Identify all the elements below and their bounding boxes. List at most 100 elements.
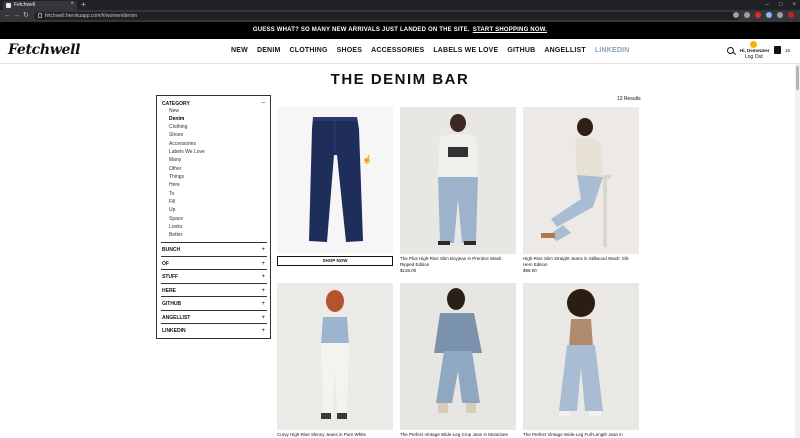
filter-group-linkedin[interactable]: LINKEDIN [162,328,186,334]
browser-tab[interactable]: Fetchwell × [3,1,77,10]
filter-group-github[interactable]: GITHUB [162,301,181,307]
user-avatar-icon[interactable] [750,41,757,48]
nav-github[interactable]: GITHUB [507,47,535,54]
bookmark-star-icon[interactable] [744,12,750,18]
filter-group-of[interactable]: OF [162,261,169,267]
model-photo [434,288,482,413]
reload-icon[interactable]: ↻ [23,11,29,21]
forward-icon[interactable]: → [13,11,20,21]
filter-divider [161,256,267,257]
model-photo [559,289,603,416]
nav-denim[interactable]: DENIM [257,47,281,54]
scrollbar[interactable] [795,64,800,438]
scrollbar-thumb[interactable] [796,66,799,90]
shop-now-button[interactable]: SHOP NOW [277,256,393,266]
category-item-space[interactable]: Space [169,216,183,222]
share-icon[interactable] [733,12,739,18]
address-bar[interactable]: fetchwell.herokuapp.com/#/women/denim [34,12,740,20]
filter-category-heading[interactable]: CATEGORY [162,101,190,107]
filter-divider [161,310,267,311]
user-greeting: Hi, DemoUser [740,48,770,53]
category-item-to[interactable]: To [169,191,174,197]
product-name[interactable]: The Perfect Vintage Wide-Leg Crop Jean i… [400,432,516,438]
category-item-many[interactable]: Many [169,157,181,163]
maximize-icon[interactable]: □ [779,0,783,10]
product-image[interactable] [523,107,639,254]
filter-divider [161,323,267,324]
close-tab-icon[interactable]: × [70,1,74,7]
nav-accessories[interactable]: ACCESSORIES [371,47,424,54]
expand-icon[interactable]: + [261,274,265,280]
favicon-icon [6,3,11,8]
nav-shoes[interactable]: SHOES [337,47,363,54]
nav-linkedin[interactable]: LINKEDIN [595,47,630,54]
category-item-looks[interactable]: Looks [169,224,182,230]
expand-icon[interactable]: + [261,328,265,334]
lock-icon [38,13,42,18]
tab-title: Fetchwell [14,2,36,8]
puzzle-icon[interactable] [777,12,783,18]
filter-group-stuff[interactable]: STUFF [162,274,178,280]
product-image[interactable] [523,283,639,430]
expand-icon[interactable]: + [261,301,265,307]
profile-icon[interactable] [788,12,794,18]
extension-icon[interactable] [755,12,761,18]
model-photo [541,118,611,247]
shopping-bag-icon[interactable] [774,46,781,54]
category-item-other[interactable]: Other [169,166,182,172]
model-photo [321,290,349,419]
product-price: $138.00 [400,268,417,273]
filter-divider [161,269,267,270]
filter-divider [161,283,267,284]
filter-group-here[interactable]: HERE [162,288,176,294]
search-icon[interactable] [727,47,734,54]
category-item-here[interactable]: Here [169,182,180,188]
product-name[interactable]: The Plus High-Rise Slim Boyjean in Prent… [400,256,516,267]
nav-clothing[interactable]: CLOTHING [290,47,328,54]
back-icon[interactable]: ← [4,11,11,21]
site-header: Fetchwell NEW DENIM CLOTHING SHOES ACCES… [0,39,800,64]
expand-icon[interactable]: + [261,315,265,321]
close-window-icon[interactable]: × [792,0,796,10]
category-item-things[interactable]: Things [169,174,184,180]
filter-group-angellist[interactable]: ANGELLIST [162,315,190,321]
product-name[interactable]: Curvy High-Rise Skinny Jeans in Pure Whi… [277,432,393,438]
results-count: 13 Results [617,96,641,102]
minimize-icon[interactable]: – [766,0,769,10]
site-logo[interactable]: Fetchwell [8,42,80,58]
product-image[interactable] [400,107,516,254]
expand-icon[interactable]: + [261,288,265,294]
model-photo [438,114,478,245]
product-name[interactable]: The Perfect Vintage Wide-Leg Full-Length… [523,432,639,438]
expand-icon[interactable]: + [261,247,265,253]
category-item-labels-we-love[interactable]: Labels We Love [169,149,205,155]
product-image[interactable] [277,107,393,254]
jeans-image [309,117,363,242]
category-item-clothing[interactable]: Clothing [169,124,187,130]
page-title: THE DENIM BAR [330,71,470,88]
product-image[interactable] [400,283,516,430]
extension-icon[interactable] [766,12,772,18]
product-image[interactable] [277,283,393,430]
collapse-icon[interactable]: – [262,100,265,106]
new-tab-icon[interactable]: + [81,0,86,9]
category-item-shoes[interactable]: Shoes [169,132,183,138]
product-name[interactable]: High-Rise Slim Straight Jeans in Stillwo… [523,256,639,267]
nav-angellist[interactable]: ANGELLIST [544,47,585,54]
promo-text: GUESS WHAT? SO MANY NEW ARRIVALS JUST LA… [252,27,470,33]
logout-link[interactable]: Log Out [745,54,763,60]
nav-new[interactable]: NEW [231,47,248,54]
main-nav: NEW DENIM CLOTHING SHOES ACCESSORIES LAB… [231,47,630,54]
promo-link[interactable]: START SHOPPING NOW. [473,27,547,33]
category-item-better[interactable]: Better [169,232,182,238]
category-item-up[interactable]: Up [169,207,175,213]
nav-labels-we-love[interactable]: LABELS WE LOVE [433,47,498,54]
category-item-new[interactable]: New [169,108,179,114]
bag-count: 15 [785,48,791,53]
category-item-denim[interactable]: Denim [169,116,184,122]
expand-icon[interactable]: + [261,261,265,267]
browser-toolbar: ← → ↻ fetchwell.herokuapp.com/#/women/de… [0,10,800,22]
filter-group-bunch[interactable]: BUNCH [162,247,180,253]
category-item-accessories[interactable]: Accessories [169,141,196,147]
category-item-fill[interactable]: Fill [169,199,175,205]
